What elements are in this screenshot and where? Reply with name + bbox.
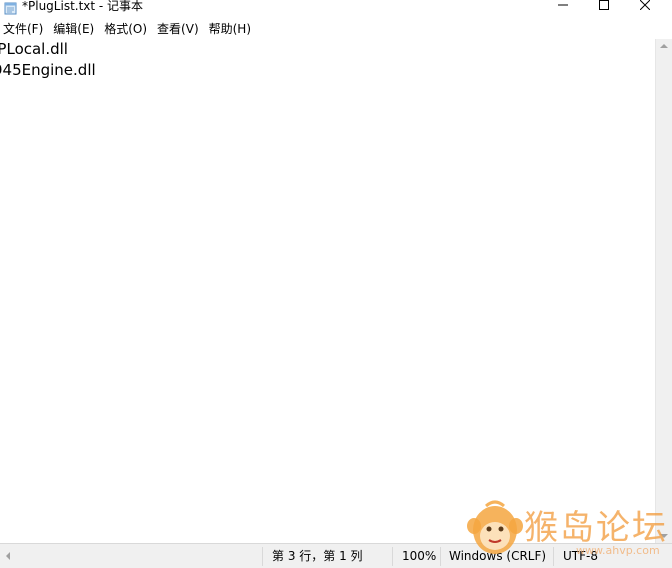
status-divider [262,547,263,566]
status-divider [440,547,441,566]
window-title: *PlugList.txt - 记事本 [22,0,144,13]
monkey-mascot-icon [466,496,524,566]
notepad-window: *PlugList.txt - 记事本 文件(F) 编辑(E) 格式(O) 查看… [0,0,672,568]
watermark-text: 猴岛论坛 [524,508,668,548]
close-button[interactable] [622,0,668,14]
scroll-up-icon[interactable] [660,44,668,48]
cursor-position: 第 3 行，第 1 列 [272,549,363,563]
menu-view[interactable]: 查看(V) [154,19,205,39]
watermark: 猴岛论坛 www.ahvp.com [466,494,666,566]
close-icon [639,0,651,14]
menu-format[interactable]: 格式(O) [101,19,153,39]
minimize-button[interactable] [540,0,586,14]
watermark-url: www.ahvp.com [576,544,660,557]
menu-bar: 文件(F) 编辑(E) 格式(O) 查看(V) 帮助(H) [0,19,672,39]
title-bar[interactable]: *PlugList.txt - 记事本 [0,0,672,15]
maximize-button[interactable] [581,0,627,14]
menu-edit[interactable]: 编辑(E) [50,19,100,39]
minimize-icon [558,0,568,14]
maximize-icon [599,0,609,14]
vertical-scrollbar[interactable] [655,39,672,543]
menu-file[interactable]: 文件(F) [0,19,49,39]
text-editor[interactable]: IPLocal.dll 945Engine.dll [0,39,655,543]
editor-line: 945Engine.dll [0,61,96,79]
zoom-level: 100% [402,549,437,563]
scroll-left-icon[interactable] [6,552,10,560]
menu-help[interactable]: 帮助(H) [206,19,257,39]
notepad-icon [4,0,18,15]
status-divider [392,547,393,566]
editor-line: IPLocal.dll [0,40,68,58]
